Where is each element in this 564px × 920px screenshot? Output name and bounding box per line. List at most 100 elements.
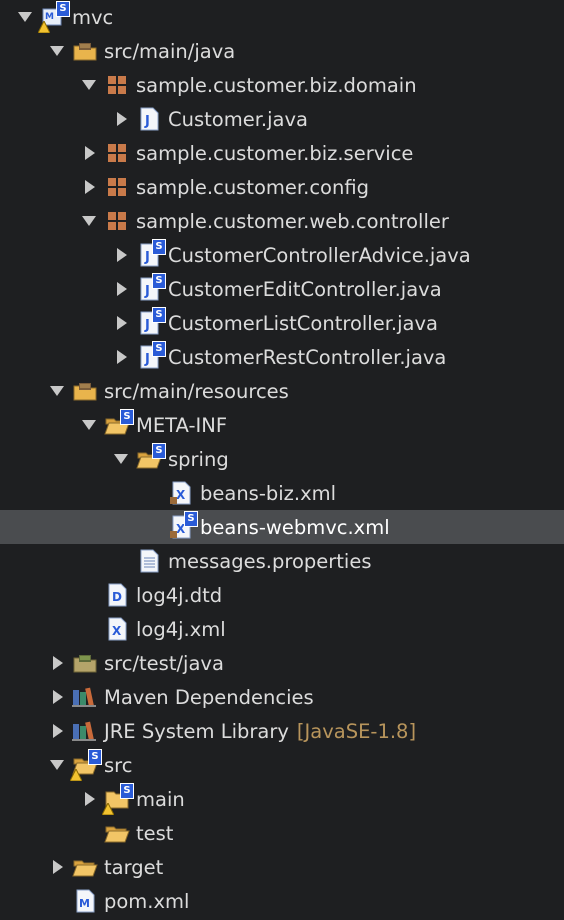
tree-item-beans-webmvc-xml[interactable]: X S beans-webmvc.xml: [0, 510, 564, 544]
svg-text:J: J: [144, 284, 150, 299]
tree-item-label: test: [136, 821, 174, 845]
svg-text:D: D: [112, 590, 122, 604]
chevron-down-icon[interactable]: [48, 34, 66, 68]
tree-item-customer-java[interactable]: J Customer.java: [0, 102, 564, 136]
spring-java-file-icon: J S: [136, 273, 166, 302]
chevron-down-icon[interactable]: [80, 68, 98, 102]
library-icon: [72, 718, 98, 744]
chevron-right-icon[interactable]: [80, 136, 98, 170]
open-folder-icon: S: [136, 443, 166, 472]
chevron-down-icon[interactable]: [112, 442, 130, 476]
tree-item-test[interactable]: test: [0, 816, 564, 850]
tree-item-beans-biz-xml[interactable]: X beans-biz.xml: [0, 476, 564, 510]
tree-item-controller-edit[interactable]: J S CustomerEditController.java: [0, 272, 564, 306]
svg-text:M: M: [79, 897, 90, 910]
svg-text:J: J: [144, 114, 150, 129]
tree-item-label: target: [104, 855, 164, 879]
tree-item-package-config[interactable]: sample.customer.config: [0, 170, 564, 204]
tree-item-label: CustomerListController.java: [168, 311, 438, 335]
tree-item-controller-rest[interactable]: J S CustomerRestController.java: [0, 340, 564, 374]
tree-item-mvc[interactable]: M S mvc: [0, 0, 564, 34]
tree-item-label: sample.customer.biz.domain: [136, 73, 417, 97]
tree-item-main[interactable]: S main: [0, 782, 564, 816]
tree-item-label: messages.properties: [168, 549, 372, 573]
tree-item-log4j-xml[interactable]: X log4j.xml: [0, 612, 564, 646]
tree-item-label: src: [104, 753, 133, 777]
tree-item-src-main-resources[interactable]: src/main/resources: [0, 374, 564, 408]
svg-text:J: J: [144, 250, 150, 265]
project-explorer-tree: M S mvc src/main/java sample.customer.bi…: [0, 0, 564, 920]
spring-xml-file-icon: X S: [168, 511, 198, 540]
tree-item-pom-xml[interactable]: M pom.xml: [0, 884, 564, 918]
chevron-down-icon[interactable]: [80, 408, 98, 442]
package-icon: [104, 174, 130, 200]
tree-item-label: pom.xml: [104, 889, 190, 913]
tree-item-label: Customer.java: [168, 107, 308, 131]
dtd-file-icon: D: [104, 582, 130, 608]
properties-file-icon: [136, 548, 162, 574]
tree-item-package-controller[interactable]: sample.customer.web.controller: [0, 204, 564, 238]
spring-java-file-icon: J S: [136, 239, 166, 268]
test-source-folder-icon: [72, 650, 98, 676]
tree-item-target[interactable]: target: [0, 850, 564, 884]
spring-java-file-icon: J S: [136, 307, 166, 336]
chevron-right-icon[interactable]: [112, 102, 130, 136]
chevron-down-icon[interactable]: [16, 0, 34, 34]
tree-item-label: CustomerControllerAdvice.java: [168, 243, 471, 267]
tree-item-controller-list[interactable]: J S CustomerListController.java: [0, 306, 564, 340]
java-file-icon: J: [136, 106, 162, 132]
maven-project-icon: M S: [38, 1, 70, 33]
tree-item-label: src/main/java: [104, 39, 236, 63]
tree-item-log4j-dtd[interactable]: D log4j.dtd: [0, 578, 564, 612]
open-folder-icon: S: [104, 409, 134, 438]
tree-item-package-service[interactable]: sample.customer.biz.service: [0, 136, 564, 170]
chevron-right-icon[interactable]: [112, 340, 130, 374]
tree-item-label: mvc: [72, 5, 114, 29]
tree-item-meta-inf[interactable]: S META-INF: [0, 408, 564, 442]
tree-item-messages-properties[interactable]: messages.properties: [0, 544, 564, 578]
chevron-right-icon[interactable]: [48, 714, 66, 748]
package-icon: [104, 72, 130, 98]
open-folder-icon: [72, 854, 98, 880]
tree-item-maven-dependencies[interactable]: Maven Dependencies: [0, 680, 564, 714]
tree-item-label: sample.customer.web.controller: [136, 209, 449, 233]
chevron-right-icon[interactable]: [48, 680, 66, 714]
package-icon: [104, 140, 130, 166]
chevron-right-icon[interactable]: [80, 170, 98, 204]
chevron-right-icon[interactable]: [112, 272, 130, 306]
tree-item-label: META-INF: [136, 413, 228, 437]
chevron-right-icon[interactable]: [80, 782, 98, 816]
library-icon: [72, 684, 98, 710]
tree-item-src-test-java[interactable]: src/test/java: [0, 646, 564, 680]
tree-item-controller-advice[interactable]: J S CustomerControllerAdvice.java: [0, 238, 564, 272]
chevron-right-icon[interactable]: [112, 238, 130, 272]
xml-file-icon: X: [104, 616, 130, 642]
open-folder-icon: [104, 820, 130, 846]
tree-item-jre-system-library[interactable]: JRE System Library [JavaSE-1.8]: [0, 714, 564, 748]
chevron-right-icon[interactable]: [48, 850, 66, 884]
xml-file-icon: X: [168, 480, 194, 506]
tree-item-spring[interactable]: S spring: [0, 442, 564, 476]
tree-item-label: src/main/resources: [104, 379, 289, 403]
tree-item-label: CustomerEditController.java: [168, 277, 442, 301]
svg-text:J: J: [144, 352, 150, 367]
chevron-right-icon[interactable]: [112, 306, 130, 340]
tree-item-label: log4j.dtd: [136, 583, 223, 607]
chevron-down-icon[interactable]: [48, 748, 66, 782]
tree-item-label: main: [136, 787, 185, 811]
tree-item-src[interactable]: S src: [0, 748, 564, 782]
chevron-right-icon[interactable]: [48, 646, 66, 680]
open-folder-icon: S: [70, 749, 102, 781]
tree-item-src-main-java[interactable]: src/main/java: [0, 34, 564, 68]
chevron-down-icon[interactable]: [80, 204, 98, 238]
tree-item-label: beans-webmvc.xml: [200, 515, 390, 539]
svg-text:J: J: [144, 318, 150, 333]
spring-java-file-icon: J S: [136, 341, 166, 370]
tree-item-package-domain[interactable]: sample.customer.biz.domain: [0, 68, 564, 102]
tree-item-label: Maven Dependencies: [104, 685, 314, 709]
chevron-down-icon[interactable]: [48, 374, 66, 408]
tree-item-label: beans-biz.xml: [200, 481, 337, 505]
maven-pom-icon: M: [72, 888, 98, 914]
tree-item-label: src/test/java: [104, 651, 224, 675]
package-icon: [104, 208, 130, 234]
